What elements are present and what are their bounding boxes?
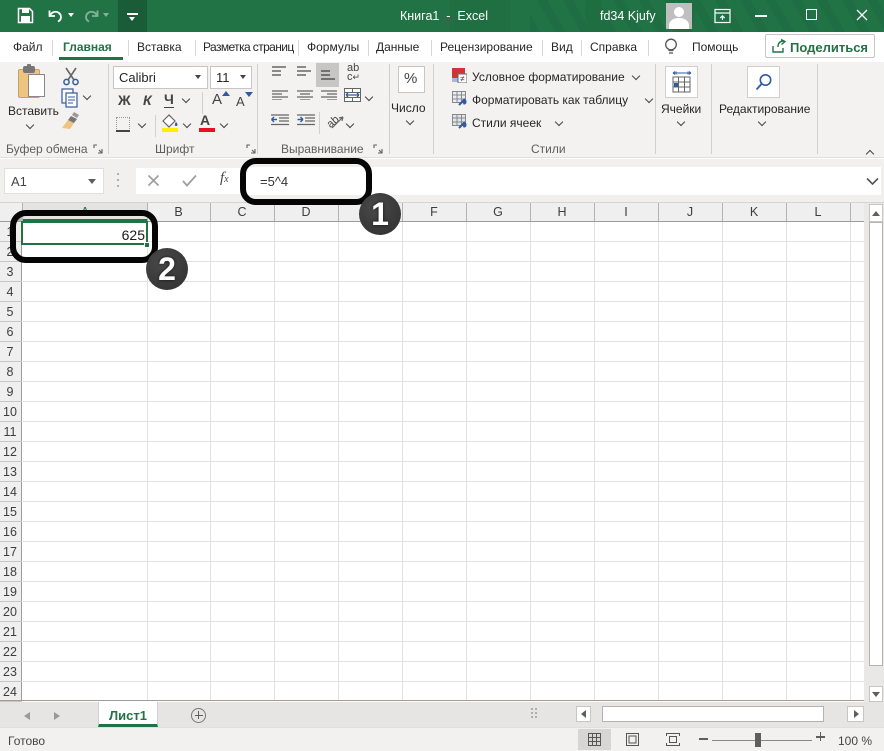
svg-text:≠: ≠ [460,75,465,84]
